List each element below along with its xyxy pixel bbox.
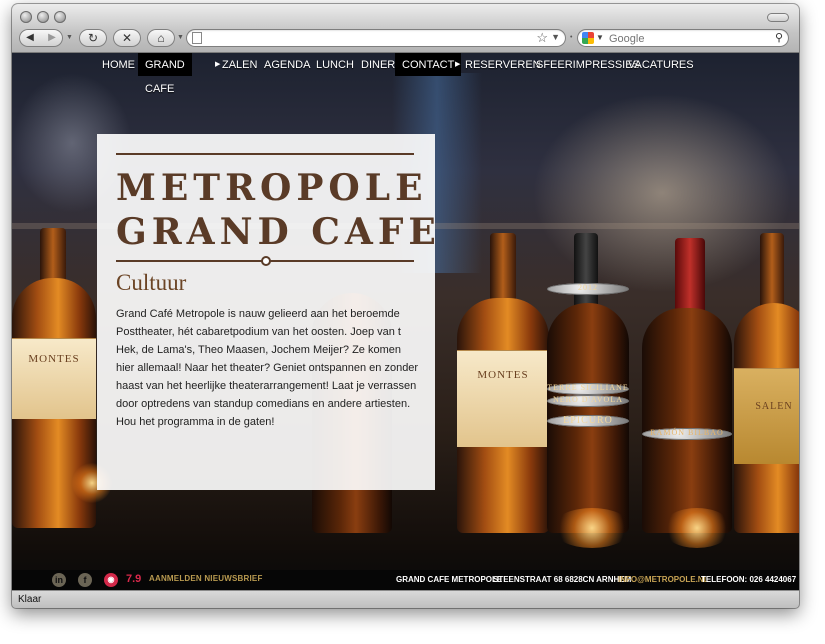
submenu-arrow-icon: ▶	[215, 61, 221, 68]
bottle-label-text: RAMÓN BILBAO	[642, 428, 732, 440]
bottle-neck	[760, 233, 784, 313]
back-arrow-icon[interactable]: ◀	[19, 29, 41, 47]
nav-item-diner[interactable]: DINER	[361, 53, 395, 76]
rating-score[interactable]: 7.9	[126, 573, 141, 585]
wine-bottle: RAMÓN BILBAO	[642, 308, 732, 533]
candle-light	[662, 508, 732, 548]
nav-item-lunch[interactable]: LUNCH	[316, 53, 354, 76]
bottle-label: MONTES	[12, 338, 96, 419]
zoom-window-button[interactable]	[54, 11, 66, 23]
nav-item-sfeerimpressies[interactable]: SFEERIMPRESSIES	[536, 53, 640, 76]
footer-email-link[interactable]: INFO@METROPOLE.NL	[618, 575, 708, 584]
divider	[116, 153, 414, 155]
home-button[interactable]: ⌂	[147, 29, 175, 47]
nav-item-home[interactable]: HOME	[102, 53, 135, 76]
toolbar-toggle-button[interactable]	[767, 13, 789, 22]
address-bar[interactable]: ☆ ▼	[186, 29, 566, 47]
history-dropdown-icon[interactable]: ▼	[66, 34, 73, 41]
logo-title-line2: GRAND CAFE	[116, 211, 441, 253]
background-light	[532, 93, 792, 293]
status-bar: Klaar	[12, 590, 799, 608]
search-box[interactable]: ▼ ⚲	[577, 29, 789, 47]
footer-address: STEENSTRAAT 68 6828CN ARNHEM	[493, 575, 632, 584]
bottle-label: MONTES	[457, 350, 549, 447]
nav-item-reserveren[interactable]: RESERVEREN	[465, 53, 541, 76]
logo-title-line1: METROPOLE	[116, 167, 428, 209]
page-icon	[192, 32, 202, 44]
search-icon[interactable]: ⚲	[775, 31, 783, 44]
status-text: Klaar	[18, 594, 42, 605]
nav-item-agenda[interactable]: AGENDA	[264, 53, 310, 76]
iens-icon[interactable]: ◉	[104, 573, 118, 587]
candle-light	[552, 508, 632, 548]
divider-ornament-icon	[261, 256, 271, 266]
page-viewport: MONTES MONTES 2012 TERRE SICILIANE NERO …	[12, 53, 799, 590]
facebook-icon[interactable]: f	[78, 573, 92, 587]
newsletter-signup-link[interactable]: AANMELDEN NIEUWSBRIEF	[149, 574, 263, 583]
bottle-neck	[490, 233, 516, 308]
search-input[interactable]	[607, 30, 761, 47]
page-footer: in f ◉ 7.9 AANMELDEN NIEUWSBRIEF GRAND C…	[12, 570, 799, 590]
content-panel: METROPOLE GRAND CAFE Cultuur Grand Café …	[97, 134, 441, 490]
submenu-arrow-icon: ▶	[455, 61, 461, 68]
browser-toolbar: ◀ ▶ ▼ ↻ ✕ ⌂ ▼ ☆ ▼ • ▼ ⚲	[12, 4, 799, 53]
bookmark-star-icon[interactable]: ☆	[536, 30, 548, 46]
bookmarks-dropdown-icon[interactable]: ▼	[177, 34, 184, 41]
section-body-text: Grand Café Metropole is nauw gelieerd aa…	[116, 308, 419, 428]
stop-button[interactable]: ✕	[113, 29, 141, 47]
bottle-label: SALEN	[734, 368, 799, 464]
bottle-label-text: MONTES	[28, 353, 80, 365]
back-forward-group: ◀ ▶	[19, 29, 63, 47]
close-window-button[interactable]	[20, 11, 32, 23]
bottle-neck	[574, 233, 598, 313]
wine-bottle: SALEN	[734, 303, 799, 533]
wine-bottle: MONTES	[457, 298, 549, 533]
wine-bottle: 2012 TERRE SICILIANE NERO D'AVOLA EPICUR…	[547, 283, 629, 533]
footer-business-name: GRAND CAFE METROPOLE	[396, 575, 503, 584]
nav-item-contact[interactable]: CONTACT	[395, 53, 462, 76]
bottle-label-text: MONTES	[477, 369, 529, 381]
search-engine-dropdown-icon[interactable]: ▼	[596, 33, 604, 42]
nav-item-vacatures[interactable]: VACATURES	[628, 53, 694, 76]
bottle-label-text: NERO D'AVOLA	[547, 395, 629, 407]
nav-item-grand-cafe[interactable]: GRAND CAFE	[138, 53, 192, 95]
bottle-label-text: SALEN	[755, 401, 793, 412]
bottle-neck	[675, 238, 705, 318]
address-dropdown-icon[interactable]: ▼	[551, 32, 560, 42]
search-engine-separator-icon: •	[570, 34, 573, 41]
bottle-brand-text: EPICURO	[547, 415, 629, 427]
forward-arrow-icon[interactable]: ▶	[41, 29, 63, 47]
linkedin-icon[interactable]: in	[52, 573, 66, 587]
google-icon[interactable]	[582, 32, 594, 44]
bottle-year-text: 2012	[547, 283, 629, 295]
nav-item-zalen[interactable]: ZALEN	[222, 53, 257, 76]
minimize-window-button[interactable]	[37, 11, 49, 23]
close-icon: ✕	[121, 31, 133, 45]
home-icon: ⌂	[157, 31, 165, 45]
bottle-label-text: TERRE SICILIANE	[547, 383, 629, 395]
footer-phone: TELEFOON: 026 4424067	[701, 575, 797, 584]
reload-icon: ↻	[87, 31, 99, 45]
reload-button[interactable]: ↻	[79, 29, 107, 47]
section-heading: Cultuur	[116, 270, 187, 295]
browser-window: ◀ ▶ ▼ ↻ ✕ ⌂ ▼ ☆ ▼ • ▼ ⚲ MONTES	[12, 4, 799, 608]
